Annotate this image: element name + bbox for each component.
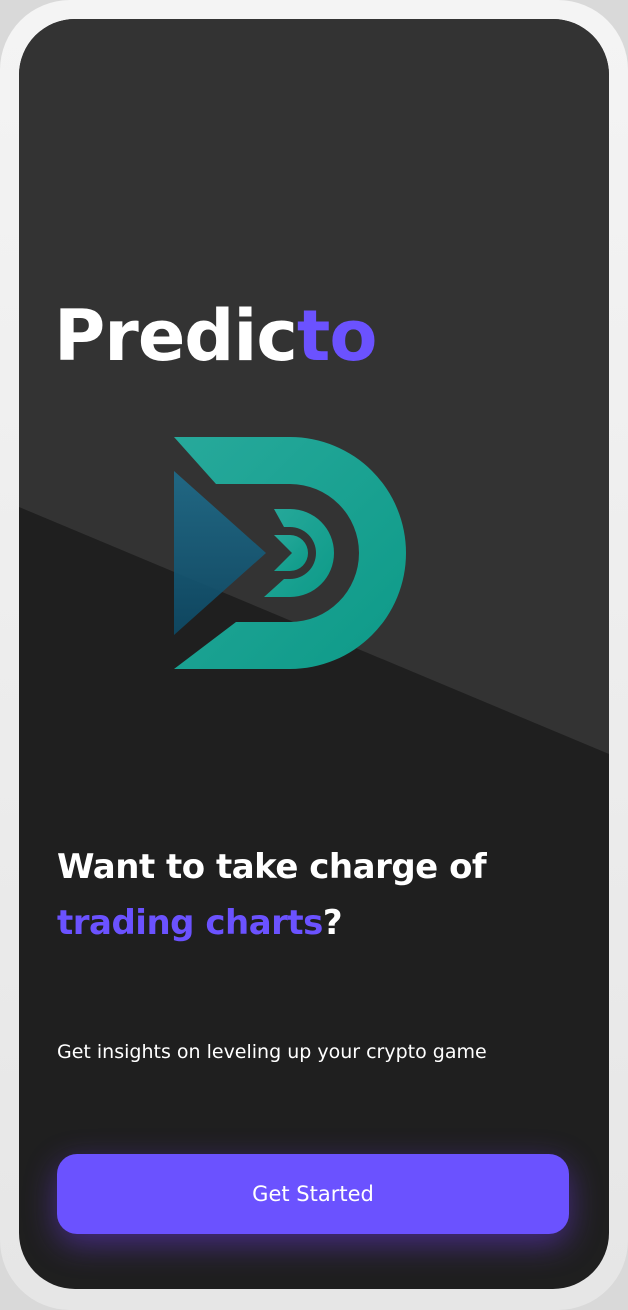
get-started-button[interactable]: Get Started — [57, 1154, 569, 1234]
logo-graphic — [174, 437, 406, 669]
app-screen: Predicto Want to take charge of trading … — [19, 19, 609, 1289]
app-title-main: Predic — [54, 295, 298, 377]
headline-highlight: trading charts — [57, 903, 323, 943]
app-title: Predicto — [54, 301, 377, 371]
app-title-accent: to — [296, 295, 378, 377]
predicto-logo-icon — [174, 437, 406, 669]
hero-headline: Want to take charge of trading charts? — [57, 839, 577, 951]
hero-subtitle: Get insights on leveling up your crypto … — [57, 1041, 487, 1063]
phone-frame: Predicto Want to take charge of trading … — [0, 0, 628, 1310]
get-started-label: Get Started — [252, 1182, 374, 1206]
headline-line-2: trading charts? — [57, 895, 577, 951]
headline-question-mark: ? — [322, 903, 343, 943]
headline-line-1: Want to take charge of — [57, 847, 487, 887]
